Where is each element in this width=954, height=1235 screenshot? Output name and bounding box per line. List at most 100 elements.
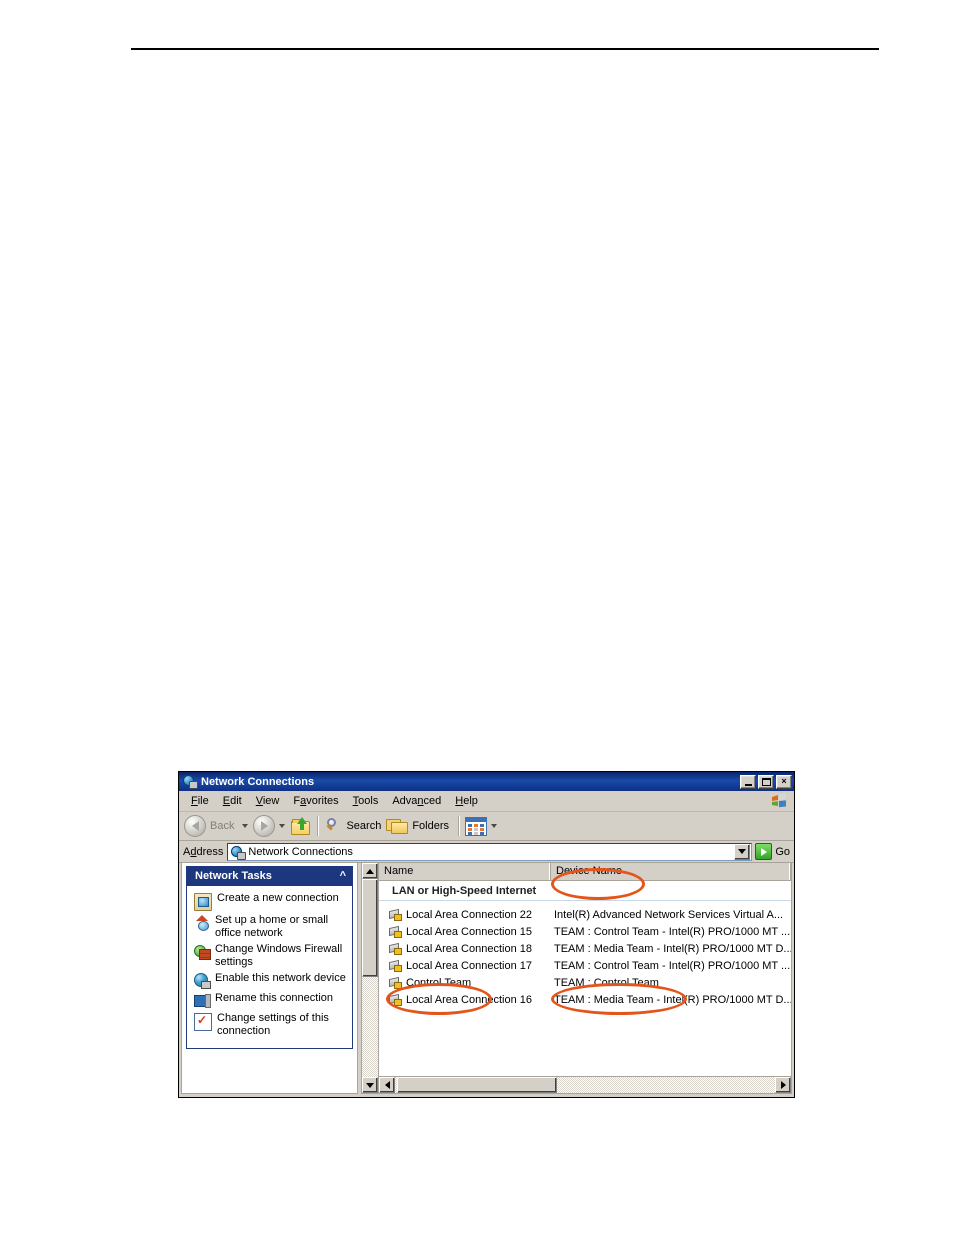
chevron-up-icon[interactable]: ^ [340,871,346,882]
network-globe-icon [182,774,198,789]
folders-icon [386,817,409,835]
task-create-new-connection[interactable]: Create a new connection [194,892,347,911]
horizontal-scroll-thumb[interactable] [397,1077,557,1093]
folders-button[interactable]: Folders [386,817,453,835]
table-row-control-team[interactable]: Control Team TEAM : Control Team [379,974,791,991]
views-dropdown-icon[interactable] [491,824,498,828]
connection-name: Local Area Connection 22 [406,908,532,921]
windows-flag-icon [772,793,786,808]
back-label: Back [210,820,235,832]
network-connections-window: Network Connections × FFileile Edit View… [178,771,795,1098]
window-body: Network Tasks ^ Create a new connection … [181,862,792,1094]
scroll-left-button[interactable] [379,1077,395,1093]
rename-icon [194,993,211,1009]
network-globe-icon [230,845,247,860]
home-network-icon [194,915,210,931]
task-label: Set up a home or small office network [215,914,329,939]
forward-dropdown-icon[interactable] [279,824,286,828]
menu-file[interactable]: FFileile [184,793,216,809]
task-change-settings[interactable]: Change settings of this connection [194,1012,347,1038]
network-tasks-list: Create a new connection Set up a home or… [187,886,352,1048]
menu-favorites[interactable]: Favorites [286,793,345,809]
table-row[interactable]: Local Area Connection 17 TEAM : Control … [379,957,791,974]
go-button[interactable]: Go [753,843,794,860]
toolbar: Back Search Folders [179,812,794,841]
menu-edit[interactable]: Edit [216,793,249,809]
window-title: Network Connections [201,775,315,788]
views-button[interactable] [465,816,501,836]
address-label: Address [183,845,224,858]
enable-device-icon [194,973,211,989]
title-bar[interactable]: Network Connections × [179,772,794,791]
minimize-button[interactable] [740,774,756,789]
connections-list-pane: Name Device Name LAN or High-Speed Inter… [361,862,792,1094]
cell-name: Local Area Connection 16 [379,993,551,1007]
menu-tools[interactable]: Tools [346,793,386,809]
network-tasks-panel: Network Tasks ^ Create a new connection … [186,866,353,1049]
cell-name: Local Area Connection 22 [379,908,551,922]
network-tasks-header[interactable]: Network Tasks ^ [187,866,352,886]
table-row[interactable]: Local Area Connection 22 Intel(R) Advanc… [379,906,791,923]
address-input[interactable]: Network Connections [227,842,753,861]
task-setup-home-network[interactable]: Set up a home or small office network [194,914,347,940]
cell-name: Local Area Connection 17 [379,959,551,973]
device-name: TEAM : Media Team - Intel(R) PRO/1000 MT… [554,942,791,955]
vertical-scrollbar[interactable] [362,863,379,1093]
search-icon [324,817,342,835]
network-adapter-icon [388,993,404,1007]
network-adapter-icon [388,908,404,922]
go-label: Go [775,845,790,858]
connection-name: Local Area Connection 16 [406,993,532,1006]
cell-name: Control Team [379,976,551,990]
device-name: TEAM : Media Team - Intel(R) PRO/1000 MT… [554,993,791,1006]
table-row[interactable]: Local Area Connection 15 TEAM : Control … [379,923,791,940]
address-value: Network Connections [248,845,353,858]
connections-rows: Local Area Connection 22 Intel(R) Advanc… [379,901,791,1076]
menu-advanced[interactable]: Advanced [385,793,448,809]
network-adapter-icon [388,942,404,956]
menu-view[interactable]: View [249,793,287,809]
task-rename-connection[interactable]: Rename this connection [194,992,347,1009]
search-button[interactable]: Search [324,817,385,835]
up-one-level-icon [290,816,312,836]
task-label: Rename this connection [215,992,334,1004]
column-header-name[interactable]: Name [379,863,551,880]
vertical-scroll-thumb[interactable] [362,879,378,977]
column-header-device-name[interactable]: Device Name [551,863,791,880]
forward-button[interactable] [253,815,289,837]
menu-bar: FFileile Edit View Favorites Tools Advan… [179,791,794,812]
firewall-icon [194,944,211,960]
task-enable-network-device[interactable]: Enable this network device [194,972,347,989]
scroll-right-button[interactable] [775,1077,791,1093]
device-name: TEAM : Control Team - Intel(R) PRO/1000 … [554,959,791,972]
window-controls: × [740,774,792,789]
settings-icon [194,1012,212,1031]
task-label: Create a new connection [217,892,339,904]
table-row[interactable]: Local Area Connection 16 TEAM : Media Te… [379,991,791,1008]
task-pane: Network Tasks ^ Create a new connection … [181,862,358,1094]
connection-name: Local Area Connection 18 [406,942,532,955]
back-button[interactable]: Back [184,815,252,837]
panel-title: Network Tasks [195,870,272,882]
maximize-button[interactable] [758,774,774,789]
toolbar-separator-2 [458,816,461,836]
close-button[interactable]: × [776,774,792,789]
search-label: Search [346,820,382,832]
horizontal-scrollbar[interactable] [379,1076,791,1093]
cell-name: Local Area Connection 18 [379,942,551,956]
network-adapter-icon [388,925,404,939]
document-header-rule [131,48,879,50]
up-button[interactable] [290,816,312,836]
list-main: Name Device Name LAN or High-Speed Inter… [379,863,791,1093]
toolbar-separator [317,816,320,836]
back-dropdown-icon[interactable] [242,824,249,828]
connection-name: Local Area Connection 15 [406,925,532,938]
scroll-down-button[interactable] [362,1077,378,1093]
scroll-up-button[interactable] [362,863,378,879]
table-row[interactable]: Local Area Connection 18 TEAM : Media Te… [379,940,791,957]
menu-help[interactable]: Help [448,793,485,809]
column-header-row: Name Device Name [379,863,791,881]
new-connection-icon [194,893,212,911]
task-change-firewall-settings[interactable]: Change Windows Firewall settings [194,943,347,969]
address-dropdown-button[interactable] [734,843,751,860]
